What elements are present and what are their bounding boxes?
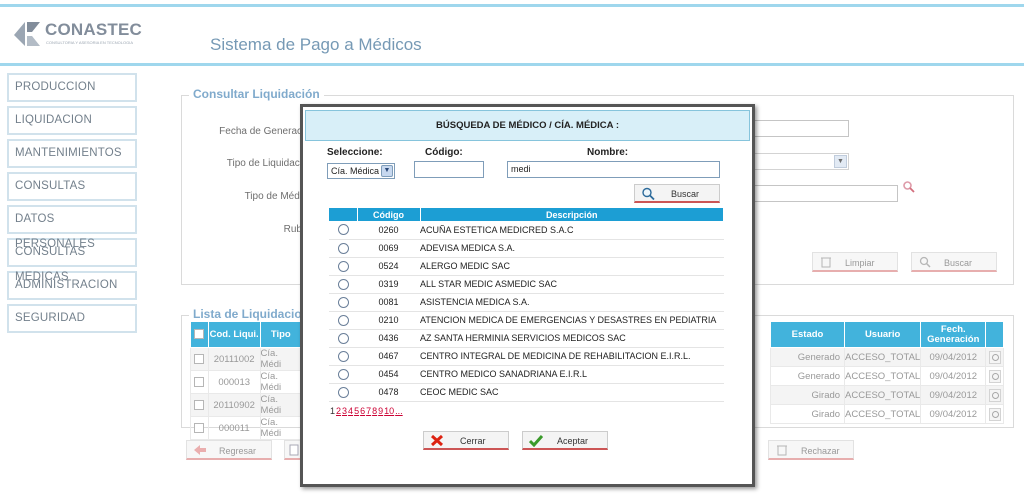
cell-descripcion: ASISTENCIA MEDICA S.A. [420, 293, 724, 312]
page-link[interactable]: 8 [372, 406, 377, 416]
page-link[interactable]: 6 [360, 406, 365, 416]
close-x-icon [430, 434, 444, 447]
table-row[interactable]: 0319 ALL STAR MEDIC ASMEDIC SAC [329, 275, 724, 294]
cell-descripcion: ADEVISA MEDICA S.A. [420, 239, 724, 258]
cell-codigo: 0081 [357, 293, 420, 312]
cell-descripcion: CENTRO INTEGRAL DE MEDICINA DE REHABILIT… [420, 347, 724, 366]
cell-codigo: 0436 [357, 329, 420, 348]
table-row[interactable]: 0467 CENTRO INTEGRAL DE MEDICINA DE REHAB… [329, 347, 724, 366]
codigo-label: Código: [425, 147, 463, 158]
chevron-down-icon: ▼ [381, 165, 393, 177]
cell-descripcion: AZ SANTA HERMINIA SERVICIOS MEDICOS SAC [420, 329, 724, 348]
cell-codigo: 0478 [357, 383, 420, 402]
cell-descripcion: CEOC MEDIC SAC [420, 383, 724, 402]
modal-buscar-label: Buscar [671, 189, 700, 199]
cerrar-button[interactable]: Cerrar [423, 431, 509, 450]
resultados-table: Código Descripción 0260 ACUÑA ESTETICA ME… [329, 208, 724, 402]
page-link[interactable]: 4 [348, 406, 353, 416]
cell-descripcion: CENTRO MEDICO SANADRIANA E.I.R.L [420, 365, 724, 384]
row-radio[interactable] [337, 332, 349, 344]
busqueda-medico-dialog: BÚSQUEDA DE MÉDICO / CÍA. MÉDICA : Selec… [300, 104, 755, 487]
row-radio[interactable] [337, 260, 349, 272]
page-link[interactable]: 3 [342, 406, 347, 416]
cell-descripcion: ALERGO MEDIC SAC [420, 257, 724, 276]
row-radio[interactable] [337, 368, 349, 380]
page-link[interactable]: 10 [384, 406, 394, 416]
page-link[interactable]: 5 [354, 406, 359, 416]
pagination: 12345678910... [330, 406, 404, 416]
cell-codigo: 0319 [357, 275, 420, 294]
codigo-input[interactable] [414, 161, 484, 178]
row-radio[interactable] [337, 386, 349, 398]
aceptar-button-label: Aceptar [557, 436, 589, 446]
table-row[interactable]: 0081 ASISTENCIA MEDICA S.A. [329, 293, 724, 312]
seleccione-label: Seleccione: [327, 147, 383, 158]
cell-codigo: 0454 [357, 365, 420, 384]
nombre-label: Nombre: [587, 147, 629, 158]
tipo-medico-select[interactable]: Cía. Médica ▼ [327, 163, 395, 179]
cell-descripcion: ALL STAR MEDIC ASMEDIC SAC [420, 275, 724, 294]
page-link[interactable]: 2 [336, 406, 341, 416]
search-icon [642, 187, 655, 200]
cell-descripcion: ACUÑA ESTETICA MEDICRED S.A.C [420, 221, 724, 240]
cell-codigo: 0260 [357, 221, 420, 240]
col-descripcion: Descripción [420, 208, 724, 221]
row-radio[interactable] [337, 224, 349, 236]
cell-descripcion: ATENCION MEDICA DE EMERGENCIAS Y DESASTR… [420, 311, 724, 330]
table-row[interactable]: 0260 ACUÑA ESTETICA MEDICRED S.A.C [329, 221, 724, 240]
page-link[interactable]: 1 [330, 406, 335, 416]
row-radio[interactable] [337, 242, 349, 254]
page-link[interactable]: 7 [366, 406, 371, 416]
checkmark-icon [529, 435, 543, 447]
row-radio[interactable] [337, 350, 349, 362]
page-link[interactable]: 9 [378, 406, 383, 416]
cerrar-button-label: Cerrar [460, 436, 486, 446]
dialog-title: BÚSQUEDA DE MÉDICO / CÍA. MÉDICA : [305, 110, 750, 141]
table-row[interactable]: 0069 ADEVISA MEDICA S.A. [329, 239, 724, 258]
row-radio[interactable] [337, 314, 349, 326]
row-radio[interactable] [337, 278, 349, 290]
table-row[interactable]: 0210 ATENCION MEDICA DE EMERGENCIAS Y DES… [329, 311, 724, 330]
aceptar-button[interactable]: Aceptar [522, 431, 608, 450]
cell-codigo: 0069 [357, 239, 420, 258]
page-link-more[interactable]: ... [395, 406, 403, 416]
table-row[interactable]: 0436 AZ SANTA HERMINIA SERVICIOS MEDICOS … [329, 329, 724, 348]
nombre-input[interactable]: medi [507, 161, 720, 178]
modal-buscar-button[interactable]: Buscar [634, 184, 720, 203]
cell-codigo: 0210 [357, 311, 420, 330]
cell-codigo: 0524 [357, 257, 420, 276]
tipo-medico-select-value: Cía. Médica [331, 166, 380, 176]
table-row[interactable]: 0478 CEOC MEDIC SAC [329, 383, 724, 402]
cell-codigo: 0467 [357, 347, 420, 366]
table-row[interactable]: 0524 ALERGO MEDIC SAC [329, 257, 724, 276]
row-radio[interactable] [337, 296, 349, 308]
col-codigo: Código [357, 208, 421, 221]
table-row[interactable]: 0454 CENTRO MEDICO SANADRIANA E.I.R.L [329, 365, 724, 384]
